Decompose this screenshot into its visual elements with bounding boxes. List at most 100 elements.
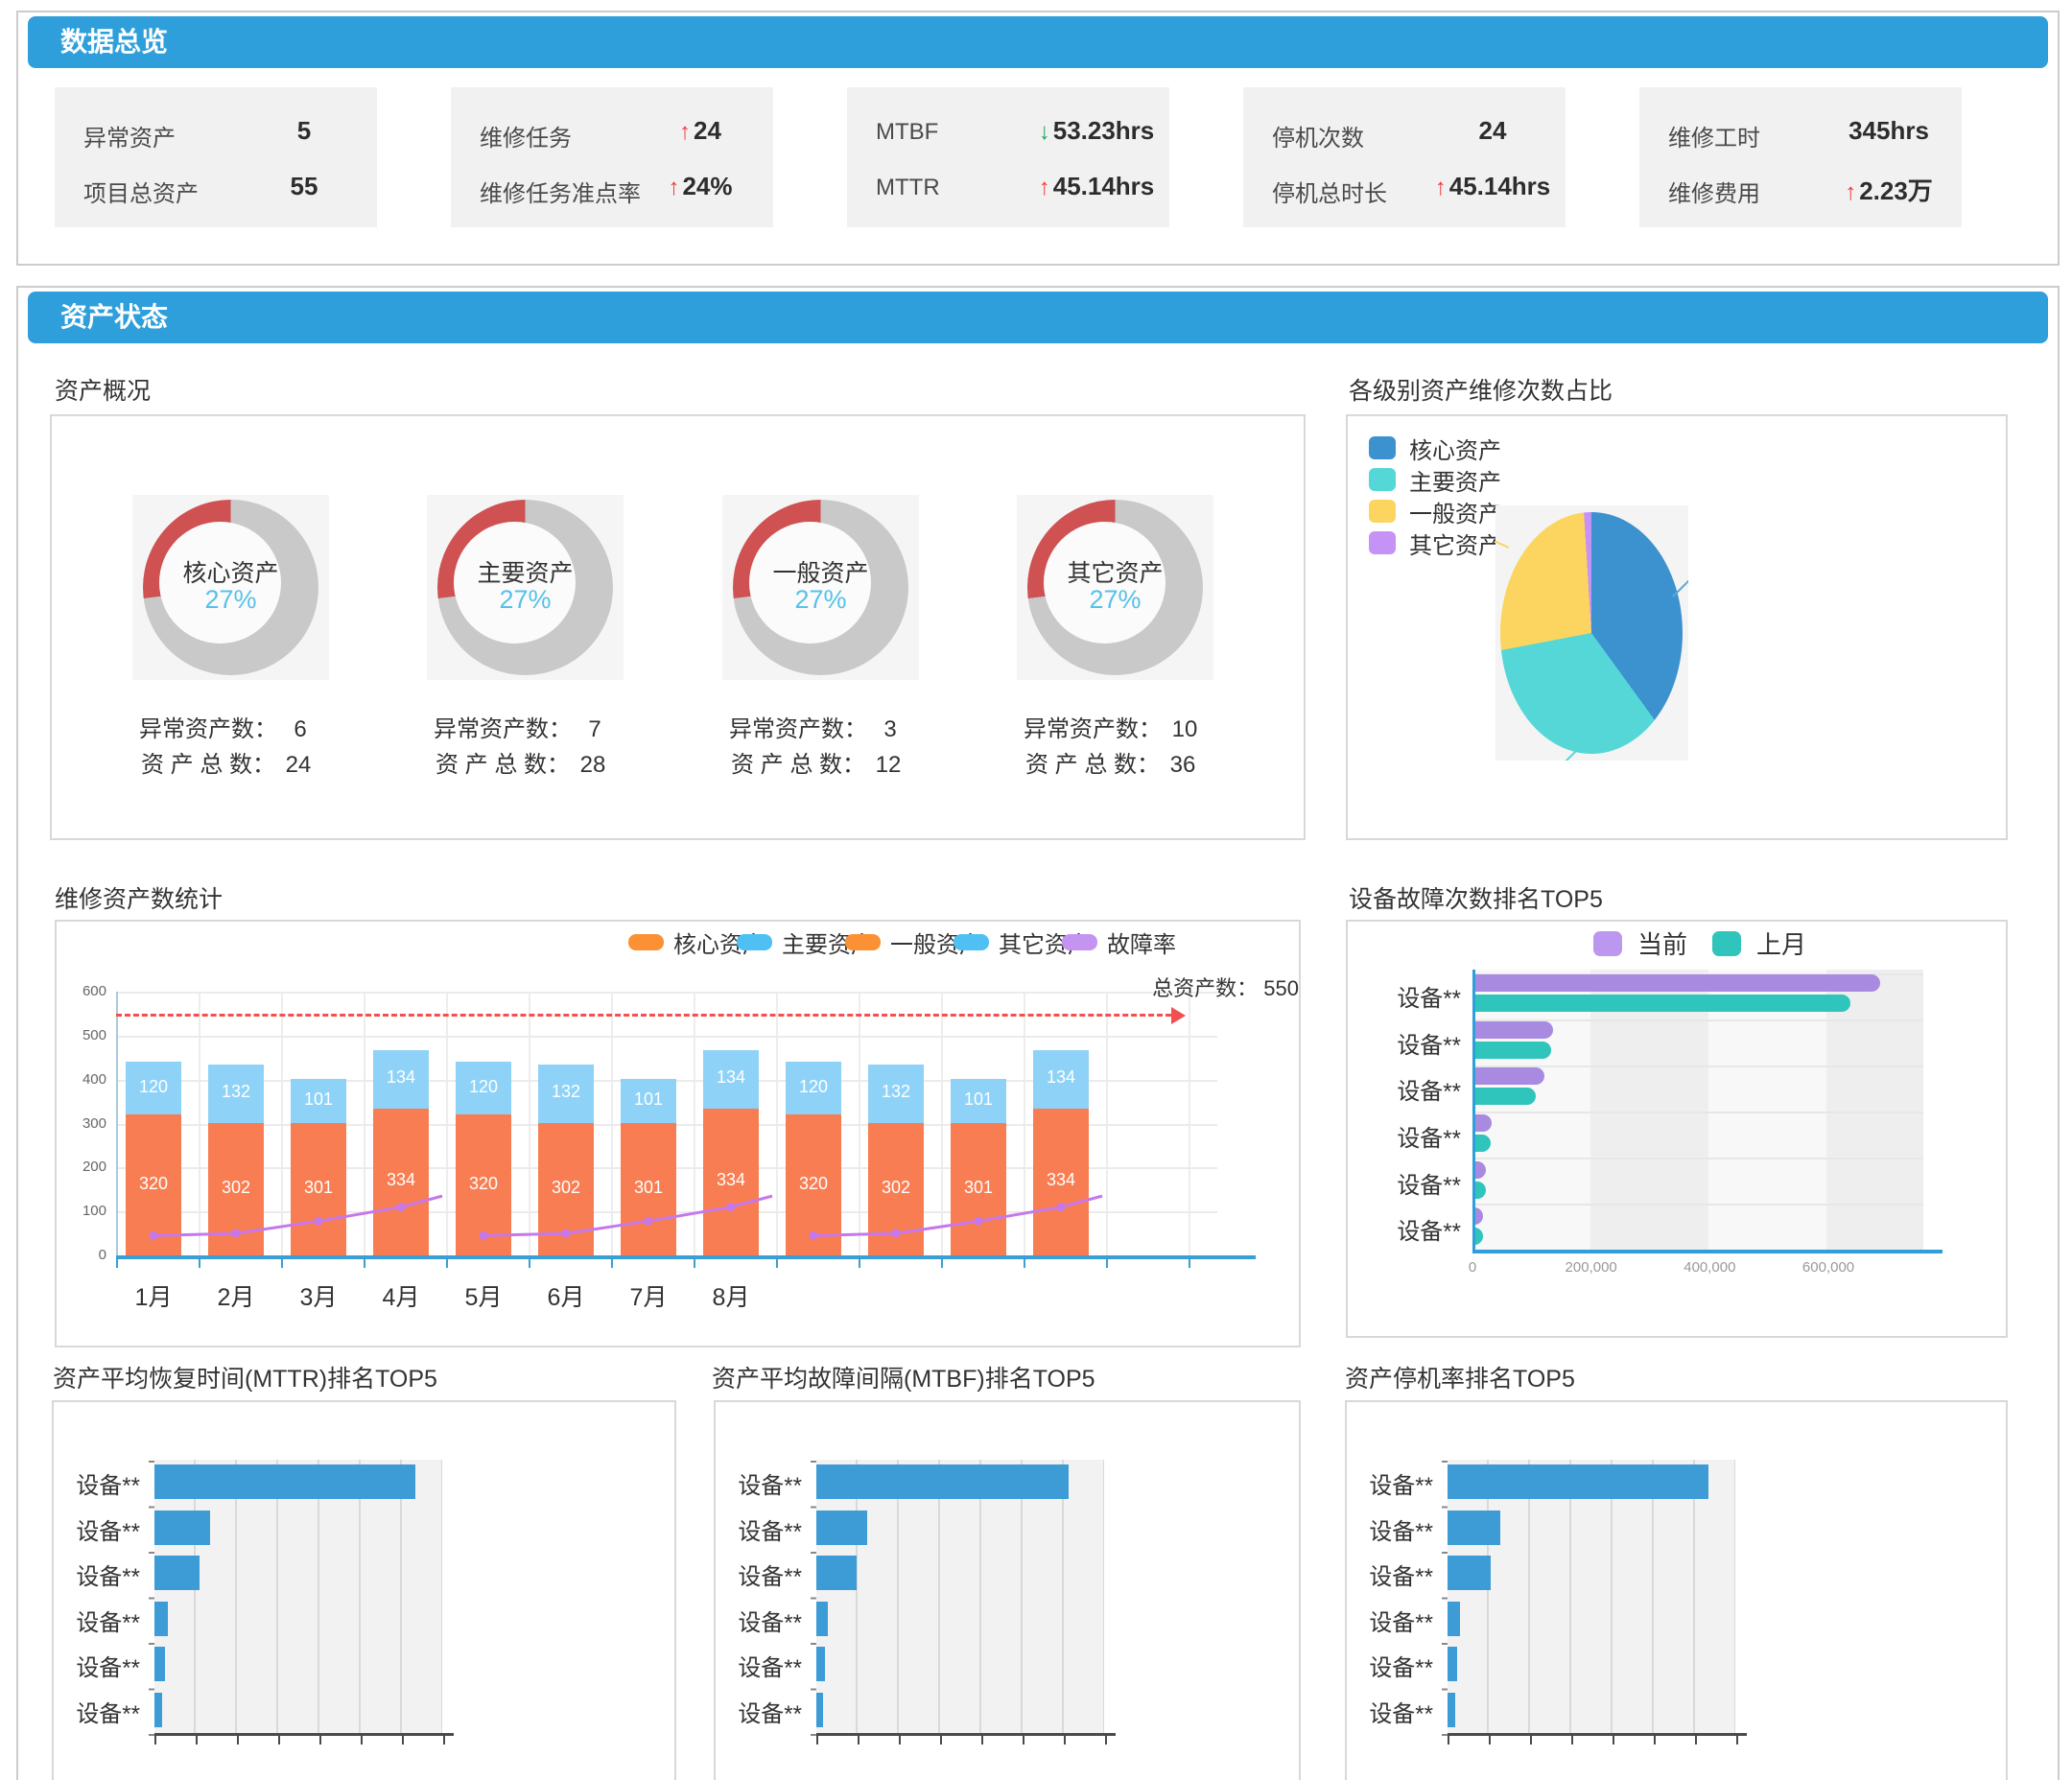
status-section-header: 资产状态 [28,292,2048,343]
legend-swatch [954,934,989,950]
y-axis-category-label: 设备** [1347,1649,1433,1682]
kpi-value-text: 24 [1479,116,1507,145]
stat-value: 3 [867,712,913,747]
bar[interactable] [1448,1647,1457,1681]
repair-assets-panel: 01002003004005006003201201月3021322月30110… [55,920,1301,1347]
kpi-value: ↑24 [624,116,777,146]
y-axis-category-label: 设备** [1347,1466,1433,1500]
stat-value: 7 [572,712,618,747]
kpi-row: MTBF↓53.23hrs [876,119,1164,152]
fault-plot-area [1472,970,1923,1250]
bar[interactable] [816,1693,823,1727]
kpi-value: ↑45.14hrs [1416,172,1569,201]
legend-label: 主要资产 [1409,463,1501,497]
legend-item[interactable]: 当前 [1593,925,1687,961]
bar[interactable] [154,1602,168,1636]
donut-gauge[interactable]: 主要资产27% [427,495,624,680]
bar[interactable] [816,1511,867,1545]
donut-percent-label: 27% [1017,585,1213,615]
donut-percent-label: 27% [132,585,329,615]
legend-swatch [1369,531,1396,554]
pie-legend-item[interactable]: 主要资产 [1369,467,1501,492]
kpi-row: 维修工时345hrs [1668,119,1956,152]
fault-top5-panel: 当前上月设备**设备**设备**设备**设备**设备**0200,000400,… [1346,920,2008,1338]
legend-swatch [1062,934,1097,950]
bar[interactable] [154,1464,415,1499]
legend-swatch [845,934,881,950]
y-axis-ticks [149,1460,154,1736]
trend-up-icon: ↑ [1845,179,1859,205]
pie-legend-item[interactable]: 其它资产 [1369,530,1501,555]
bar[interactable] [154,1556,200,1590]
bar[interactable] [816,1647,825,1681]
bar[interactable] [1448,1511,1500,1545]
stat-line: 异常资产数：7 [401,712,650,747]
x-axis-tick-label: 200,000 [1524,1259,1659,1276]
kpi-value-text: 55 [291,172,318,200]
pie-callout-lines [1495,505,1688,761]
pie-plot-area [1495,505,1688,761]
y-axis-ticks [1442,1460,1448,1736]
mtbf-top5-panel: 设备**设备**设备**设备**设备**设备** [714,1400,1301,1780]
bar-last-month[interactable] [1472,995,1850,1012]
stat-line: 资 产 总 数：12 [696,747,946,783]
bar[interactable] [1448,1602,1460,1636]
y-axis-category-label: 设备** [54,1649,140,1682]
kpi-value: 345hrs [1812,116,1966,146]
kpi-value-text: 345hrs [1848,116,1929,145]
pie-legend-item[interactable]: 核心资产 [1369,435,1501,460]
overview-section: 数据总览 异常资产5项目总资产55维修任务↑24维修任务准点率↑24%MTBF↓… [16,11,2060,266]
kpi-value: ↑45.14hrs [1020,172,1173,201]
bar[interactable] [816,1556,857,1590]
y-axis-category-label: 设备** [1347,1512,1433,1546]
downtime-top5-panel: 设备**设备**设备**设备**设备**设备** [1345,1400,2008,1780]
y-axis-category-label: 设备** [54,1604,140,1637]
legend-label: 当前 [1637,925,1687,961]
bar-current[interactable] [1472,1067,1544,1085]
bar-current[interactable] [1472,1021,1553,1039]
pie-legend-item[interactable]: 一般资产 [1369,499,1501,524]
stat-line: 异常资产数：6 [106,712,356,747]
y-axis-category-label: 设备** [716,1649,802,1682]
stat-value: 28 [570,747,616,783]
legend-swatch [1369,500,1396,523]
plot-area [154,1460,442,1733]
y-axis-category-label: 设备** [716,1604,802,1637]
donut-gauge[interactable]: 核心资产27% [132,495,329,680]
stat-line: 资 产 总 数：28 [401,747,650,783]
donut-stats: 异常资产数：6资 产 总 数：24 [106,712,356,783]
donut-gauge[interactable]: 一般资产27% [722,495,919,680]
kpi-row: 项目总资产55 [83,175,371,207]
donut-gauge[interactable]: 其它资产27% [1017,495,1213,680]
stat-line: 异常资产数：3 [696,712,946,747]
kpi-row: 停机总时长↑45.14hrs [1272,175,1560,207]
bar-last-month[interactable] [1472,1088,1536,1105]
bar[interactable] [1448,1556,1491,1590]
donut-name-label: 一般资产 [722,554,919,589]
bar-current[interactable] [1472,1114,1492,1132]
donut-percent-label: 27% [427,585,624,615]
y-axis-category-label: 设备** [1347,1604,1433,1637]
kpi-card: 维修工时345hrs维修费用↑2.23万 [1639,87,1962,227]
bar[interactable] [154,1647,165,1681]
x-axis-ticks [816,1736,1116,1745]
kpi-value-text: 2.23万 [1859,176,1933,205]
stat-value: 36 [1160,747,1206,783]
legend-label: 上月 [1756,925,1806,961]
kpi-value-text: 53.23hrs [1053,116,1155,145]
stat-value: 6 [277,712,323,747]
fault-legend: 当前 上月 [1568,925,1806,961]
plot-area [1448,1460,1735,1733]
bar[interactable] [154,1511,210,1545]
bar-current[interactable] [1472,974,1880,992]
kpi-value: 24 [1416,116,1569,146]
bar[interactable] [1448,1464,1708,1499]
bar[interactable] [154,1693,162,1727]
legend-item[interactable]: 上月 [1712,925,1806,961]
bar[interactable] [816,1602,828,1636]
trend-up-icon: ↑ [1435,175,1449,200]
bar[interactable] [816,1464,1069,1499]
legend-label: 一般资产 [1409,495,1501,528]
bar-last-month[interactable] [1472,1042,1551,1059]
bar[interactable] [1448,1693,1455,1727]
